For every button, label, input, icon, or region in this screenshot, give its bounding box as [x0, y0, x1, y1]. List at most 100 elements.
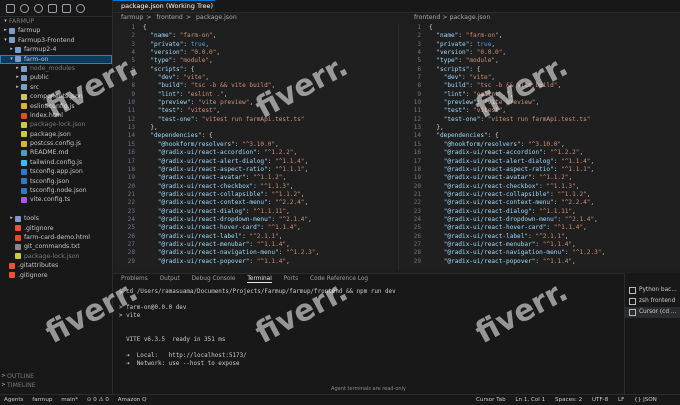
file-item[interactable]: tsconfig.node.json	[0, 186, 112, 195]
status-problems[interactable]: ⊙ 0 ⚠ 0	[87, 397, 109, 403]
code-line: 16 "@radix-ui/react-accordion": "^1.2.2"…	[399, 149, 680, 157]
tree-item-label: farm-card-demo.html	[24, 233, 90, 241]
file-item[interactable]: package-lock.json	[0, 120, 112, 129]
folder-item[interactable]: ▸ farmup	[0, 26, 112, 35]
line-number: 13	[413, 124, 421, 132]
source-control-icon[interactable]	[34, 3, 43, 13]
breadcrumb: farmup > frontend > package.json	[113, 13, 680, 23]
status-cursor-tab[interactable]: Cursor Tab	[476, 397, 506, 403]
folder-item[interactable]: ▾ Farmup3-Frontend	[0, 36, 112, 45]
breadcrumb-item[interactable]: farmup	[113, 14, 143, 21]
code-text: "@hookform/resolvers": "^3.10.0",	[443, 140, 565, 148]
file-item[interactable]: .gitignore	[0, 271, 112, 280]
folder-item[interactable]: ▸ public	[0, 73, 112, 82]
terminal-instance[interactable]: zsh frontend	[625, 296, 680, 307]
status-indent[interactable]: Spaces: 2	[555, 397, 582, 403]
line-number: 10	[127, 99, 135, 107]
status-language[interactable]: {} JSON	[634, 397, 657, 403]
status-branch[interactable]: main*	[61, 397, 78, 403]
tree-item-label: tools	[24, 215, 39, 223]
code-line: 20 "@radix-ui/react-checkbox": "^1.1.3",	[113, 183, 392, 191]
tab-terminal[interactable]: Terminal	[247, 276, 272, 283]
code-line: 28 "@radix-ui/react-navigation-menu": "^…	[113, 249, 392, 257]
code-text: "@radix-ui/react-menubar": "^1.1.4",	[157, 240, 290, 248]
status-workspace[interactable]: farmup	[32, 397, 52, 403]
breadcrumb-item[interactable]: package.json	[450, 14, 491, 21]
diff-editor-modified[interactable]: 1{2 "name": "farm-on", 3 "private": true,…	[398, 24, 680, 270]
line-number: 14	[127, 132, 135, 140]
code-text: "type": "module",	[150, 57, 213, 65]
file-item[interactable]: package-lock.json	[0, 252, 112, 261]
file-item[interactable]: .gitattributes	[0, 261, 112, 270]
chevron-icon: ▾	[4, 18, 7, 24]
line-number: 18	[413, 165, 421, 173]
terminal-instance[interactable]: Cursor (cd ...	[625, 307, 680, 318]
code-text: "build": "tsc -b && vite build",	[443, 82, 562, 90]
code-text: "@radix-ui/react-label": "^2.1.1",	[443, 232, 569, 240]
search-icon[interactable]	[20, 3, 29, 13]
folder-item[interactable]: ▸ src	[0, 83, 112, 92]
file-item[interactable]: farm-card-demo.html	[0, 233, 112, 242]
file-item[interactable]: index.html	[0, 111, 112, 120]
tab-debug-console[interactable]: Debug Console	[192, 276, 236, 282]
code-text: "lint": "eslint .",	[443, 90, 514, 98]
line-number: 3	[131, 40, 135, 48]
account-icon[interactable]	[76, 3, 85, 13]
folder-item[interactable]: ▸ tools	[0, 214, 112, 223]
tab-package-json[interactable]: package.json (Working Tree)	[113, 0, 215, 12]
status-eol[interactable]: LF	[618, 397, 624, 403]
terminal-line: > farm-on@0.0.0 dev	[119, 305, 187, 311]
code-text: {	[143, 24, 147, 31]
code-line: 24 "@radix-ui/react-dropdown-menu": "^2.…	[113, 216, 392, 224]
code-text: "@radix-ui/react-collapsible": "^1.1.2",	[157, 190, 305, 198]
chevron-icon: ▸	[4, 27, 7, 34]
tab-output[interactable]: Output	[160, 276, 180, 282]
tree-item-label: .gitattributes	[18, 262, 59, 270]
code-line: 2 "name": "farm-on",	[399, 32, 680, 40]
file-item[interactable]: git_commands.txt	[0, 242, 112, 251]
file-item[interactable]: components.json	[0, 92, 112, 101]
tab-ports[interactable]: Ports	[284, 276, 299, 282]
breadcrumb-item[interactable]: frontend	[156, 14, 182, 21]
line-number: 2	[131, 32, 135, 40]
tree-item-label: eslint.config.js	[30, 102, 75, 110]
run-debug-icon[interactable]	[48, 3, 57, 13]
file-item[interactable]: postcss.config.js	[0, 139, 112, 148]
code-text: "dependencies": {	[436, 132, 499, 140]
folder-item[interactable]: ▾ farm-on	[0, 54, 112, 64]
files-icon[interactable]	[6, 3, 15, 13]
line-number: 6	[417, 65, 421, 73]
tree-item-label: farmup2-4	[24, 46, 57, 54]
terminal-instance[interactable]: Python bac...	[625, 285, 680, 296]
status-agents[interactable]: Agents	[4, 397, 23, 403]
folder-item[interactable]: ▸ node_modules	[0, 64, 112, 73]
status-amazon-q[interactable]: Amazon Q	[118, 397, 147, 403]
file-item[interactable]: .gitignore	[0, 224, 112, 233]
diff-editor-original[interactable]: 1{2 "name": "farm-on", 3 "private": true,…	[113, 24, 392, 270]
outline-section[interactable]: > OUTLINE	[0, 372, 112, 381]
code-line: 23 "@radix-ui/react-dialog": "^1.1.11",	[399, 208, 680, 216]
tab-code-reference-log[interactable]: Code Reference Log	[310, 276, 368, 282]
line-number: 28	[127, 249, 135, 257]
timeline-section[interactable]: > TIMELINE	[0, 381, 112, 390]
breadcrumb-item[interactable]: frontend	[414, 14, 440, 21]
file-item[interactable]: tsconfig.app.json	[0, 167, 112, 176]
file-item[interactable]: eslint.config.js	[0, 102, 112, 111]
file-item[interactable]: ▾ FARMUP	[0, 17, 112, 26]
file-item[interactable]: vite.config.ts	[0, 195, 112, 204]
code-line: 7 "dev": "vite",	[399, 74, 680, 82]
file-item[interactable]: tsconfig.json	[0, 177, 112, 186]
code-line: 28 "@radix-ui/react-navigation-menu": "^…	[399, 249, 680, 257]
folder-item[interactable]: ▸ farmup2-4	[0, 45, 112, 54]
code-text: "build": "tsc -b && vite build",	[157, 82, 276, 90]
file-item[interactable]: tailwind.config.js	[0, 158, 112, 167]
breadcrumb-item[interactable]: package.json	[196, 14, 237, 21]
file-item[interactable]: package.json	[0, 130, 112, 139]
status-position[interactable]: Ln 1, Col 1	[515, 397, 545, 403]
file-item[interactable]: README.md	[0, 148, 112, 157]
terminal-output[interactable]: $ cd /Users/ramasuama/Documents/Projects…	[113, 285, 624, 394]
tab-problems[interactable]: Problems	[121, 276, 148, 282]
extensions-icon[interactable]	[62, 3, 71, 13]
status-encoding[interactable]: UTF-8	[592, 397, 608, 403]
chevron-icon: ▸	[10, 215, 13, 222]
